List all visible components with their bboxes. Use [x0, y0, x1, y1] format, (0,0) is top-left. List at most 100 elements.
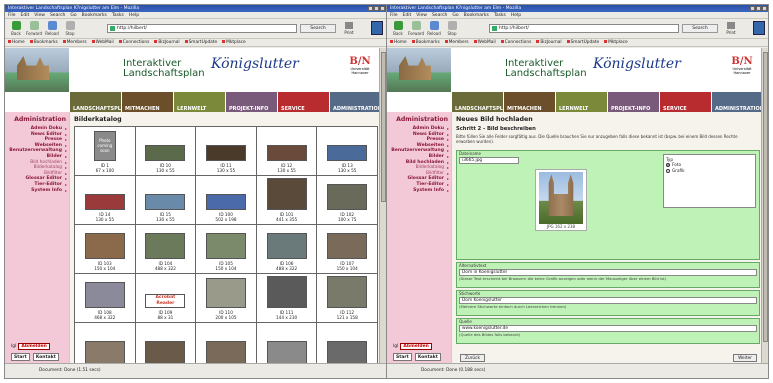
catalog-item[interactable]: ID 111 144 x 230 — [256, 274, 318, 323]
thumbnail-image[interactable] — [266, 178, 307, 210]
menu-file[interactable]: File — [8, 12, 16, 18]
tab-mitmachen[interactable]: MITMACHEN — [121, 92, 173, 112]
thumbnail-image[interactable] — [145, 194, 186, 210]
url-field[interactable]: http://hilbert/ — [107, 24, 297, 33]
menu-tasks[interactable]: Tasks — [494, 12, 506, 18]
catalog-item[interactable]: Acrobat Reader ID 109 88 x 31 — [135, 274, 197, 323]
menu-view[interactable]: View — [34, 12, 45, 18]
tab-mitmachen[interactable]: MITMACHEN — [503, 92, 555, 112]
thumbnail-image[interactable] — [145, 341, 186, 365]
minimize-icon[interactable] — [750, 6, 755, 11]
thumbnail-image[interactable] — [84, 282, 125, 308]
bookmark-mktplace[interactable]: Mktplace — [222, 39, 245, 46]
thumbnail-image[interactable] — [327, 145, 368, 161]
radio-icon[interactable] — [666, 169, 670, 173]
thumbnail-image[interactable] — [145, 145, 186, 161]
back-form-button[interactable]: Zurück — [460, 354, 486, 362]
logout-button[interactable]: Abmelden — [18, 343, 50, 350]
catalog-item[interactable]: ID 110 200 x 105 — [196, 274, 257, 323]
tab-projekt-info[interactable]: PROJEKT-INFO — [607, 92, 659, 112]
catalog-item[interactable] — [75, 323, 136, 365]
bookmark-bookmarks[interactable]: Bookmarks — [412, 39, 440, 46]
catalog-item[interactable]: ID 107 150 x 104 — [317, 225, 378, 274]
catalog-item[interactable] — [196, 323, 257, 365]
forward-button[interactable]: Forward — [25, 21, 43, 36]
catalog-item[interactable]: ID 101 441 x 355 — [256, 176, 318, 225]
contact-button[interactable]: Kontakt — [414, 353, 441, 361]
bookmark-webmail[interactable]: WebMail — [92, 39, 114, 46]
bookmark-home[interactable]: Home — [390, 39, 407, 46]
start-button[interactable]: Start — [393, 353, 412, 361]
bookmark-connections[interactable]: Connections — [501, 39, 532, 46]
stop-button[interactable]: Stop — [443, 21, 461, 36]
menu-go[interactable]: Go — [452, 12, 458, 18]
menu-go[interactable]: Go — [70, 12, 76, 18]
catalog-item[interactable]: ID 104 488 x 322 — [135, 225, 197, 274]
forward-button[interactable]: Forward — [407, 21, 425, 36]
catalog-item[interactable]: ID 11 130 x 55 — [196, 127, 257, 176]
close-icon[interactable] — [380, 6, 385, 11]
menu-edit[interactable]: Edit — [21, 12, 30, 18]
thumbnail-image[interactable] — [205, 341, 246, 365]
thumbnail-image[interactable] — [327, 184, 368, 210]
thumbnail-image[interactable] — [266, 233, 307, 259]
close-icon[interactable] — [762, 6, 767, 11]
menu-edit[interactable]: Edit — [403, 12, 412, 18]
vertical-scrollbar[interactable] — [761, 48, 768, 365]
tab-lernwelt[interactable]: LERNWELT — [555, 92, 607, 112]
thumbnail-image[interactable] — [327, 276, 368, 308]
alt-text-field[interactable]: Dom in Koenigslutter — [459, 269, 757, 276]
thumbnail-image[interactable] — [327, 341, 368, 365]
contact-button[interactable]: Kontakt — [32, 353, 59, 361]
bookmark-smartupdate[interactable]: SmartUpdate — [185, 39, 218, 46]
catalog-item[interactable] — [256, 323, 318, 365]
menu-search[interactable]: Search — [432, 12, 447, 18]
menu-bookmarks[interactable]: Bookmarks — [464, 12, 489, 18]
thumbnail-image[interactable]: Acrobat Reader — [145, 294, 186, 308]
thumbnail-image[interactable] — [327, 233, 368, 259]
filename-field[interactable]: i3665.jpg — [459, 157, 519, 164]
bookmark-connections[interactable]: Connections — [119, 39, 150, 46]
thumbnail-image[interactable] — [84, 194, 125, 210]
maximize-icon[interactable] — [374, 6, 379, 11]
source-field[interactable]: www.koenigslutter.de — [459, 325, 757, 332]
catalog-item[interactable]: ID 13 130 x 55 — [317, 127, 378, 176]
menu-help[interactable]: Help — [129, 12, 139, 18]
sidebar-item[interactable]: System Info — [387, 188, 451, 194]
tab-administration[interactable]: ADMINISTRATION — [329, 92, 381, 112]
tab-lernwelt[interactable]: LERNWELT — [173, 92, 225, 112]
bookmark-bizjournal[interactable]: BizJournal — [154, 39, 179, 46]
catalog-item[interactable] — [135, 323, 197, 365]
menu-bookmarks[interactable]: Bookmarks — [82, 12, 107, 18]
catalog-item[interactable]: ID 112 121 x 158 — [317, 274, 378, 323]
bookmark-home[interactable]: Home — [8, 39, 25, 46]
thumbnail-image[interactable] — [84, 341, 125, 365]
catalog-item[interactable]: ID 108 468 x 322 — [75, 274, 136, 323]
catalog-item[interactable]: ID 12 130 x 55 — [256, 127, 318, 176]
thumbnail-image[interactable] — [266, 145, 307, 161]
bookmark-members[interactable]: Members — [63, 39, 87, 46]
bookmark-webmail[interactable]: WebMail — [474, 39, 496, 46]
reload-button[interactable]: Reload — [425, 21, 443, 36]
menu-view[interactable]: View — [416, 12, 427, 18]
catalog-item[interactable]: ID 14 130 x 55 — [75, 176, 136, 225]
thumbnail-image[interactable] — [266, 341, 307, 365]
start-button[interactable]: Start — [11, 353, 30, 361]
bookmark-smartupdate[interactable]: SmartUpdate — [567, 39, 600, 46]
catalog-item[interactable]: ID 105 150 x 104 — [196, 225, 257, 274]
sidebar-item[interactable]: System Info — [5, 188, 69, 194]
menu-file[interactable]: File — [390, 12, 398, 18]
search-button[interactable]: Search — [682, 24, 718, 33]
bookmark-bookmarks[interactable]: Bookmarks — [30, 39, 58, 46]
catalog-item[interactable] — [317, 323, 378, 365]
thumbnail-image[interactable] — [266, 276, 307, 308]
thumbnail-image[interactable] — [205, 233, 246, 259]
thumbnail-image[interactable] — [145, 233, 186, 259]
back-button[interactable]: Back — [389, 21, 407, 36]
type-grafik-option[interactable]: Grafik — [666, 168, 753, 174]
scrollbar-thumb[interactable] — [763, 52, 768, 342]
radio-selected-icon[interactable] — [666, 163, 670, 167]
thumbnail-image[interactable] — [205, 194, 246, 210]
bookmark-mktplace[interactable]: Mktplace — [604, 39, 627, 46]
thumbnail-image[interactable]: Photo coming soon — [93, 131, 116, 161]
